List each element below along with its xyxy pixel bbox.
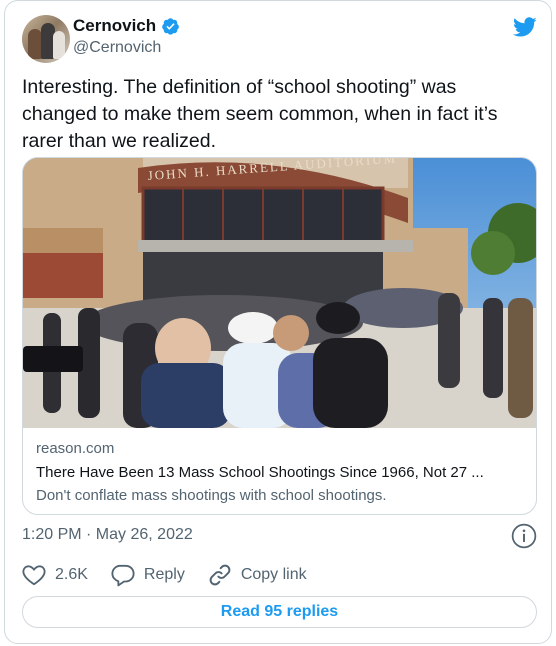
verified-badge-icon <box>162 17 179 35</box>
action-bar: 2.6K Reply Copy link <box>21 562 329 588</box>
copy-link-button[interactable]: Copy link <box>207 562 307 588</box>
tweet-embed: Cernovich @Cernovich Interesting. The de… <box>4 0 552 644</box>
info-icon[interactable] <box>511 523 537 549</box>
link-icon <box>209 564 231 586</box>
avatar[interactable] <box>22 15 70 63</box>
reply-button[interactable]: Reply <box>110 562 185 588</box>
reply-label: Reply <box>143 566 185 583</box>
author-handle[interactable]: @Cernovich <box>73 39 161 57</box>
author-display-name[interactable]: Cernovich <box>73 16 156 36</box>
card-title: There Have Been 13 Mass School Shootings… <box>36 464 484 481</box>
tweet-timestamp[interactable]: 1:20 PM · May 26, 2022 <box>22 526 193 544</box>
twitter-bird-icon[interactable] <box>513 15 537 39</box>
speech-bubble-icon <box>111 564 135 587</box>
card-image: JOHN H. HARRELL AUDITORIUM <box>23 158 536 428</box>
like-button[interactable]: 2.6K <box>21 562 88 588</box>
heart-icon <box>22 565 46 586</box>
link-card[interactable]: JOHN H. HARRELL AUDITORIUM reason.com Th… <box>22 157 537 515</box>
card-description: Don't conflate mass shootings with schoo… <box>36 487 387 504</box>
card-domain: reason.com <box>36 440 115 457</box>
read-replies-button[interactable]: Read 95 replies <box>22 596 537 628</box>
tweet-text: Interesting. The definition of “school s… <box>22 76 498 152</box>
like-count: 2.6K <box>55 566 88 583</box>
author-name-row[interactable]: Cernovich <box>73 16 180 36</box>
copy-link-label: Copy link <box>240 566 307 583</box>
